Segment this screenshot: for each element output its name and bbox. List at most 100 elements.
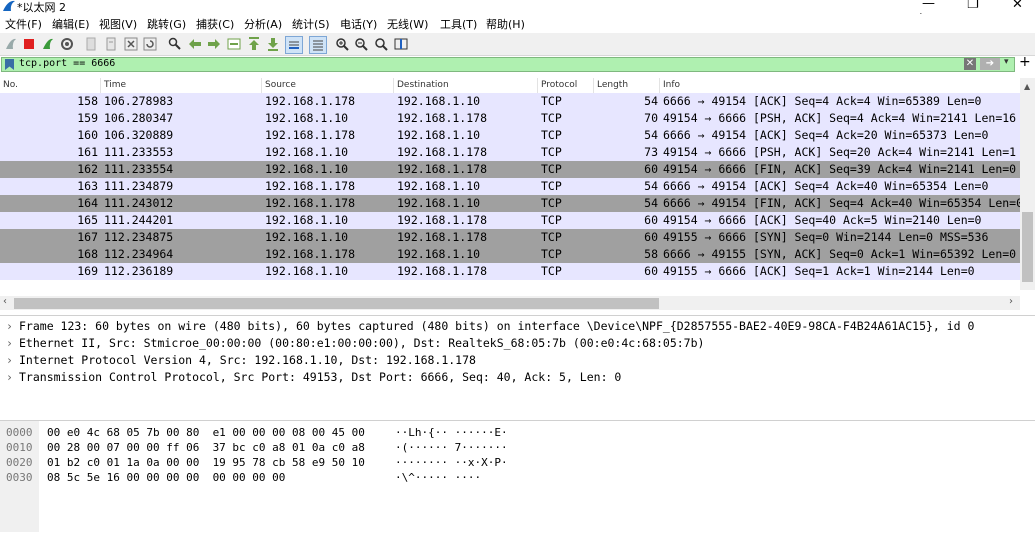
start-capture-icon[interactable]: [3, 36, 19, 52]
go-back-icon[interactable]: [187, 36, 203, 52]
packet-row[interactable]: 168 112.234964 192.168.1.178 192.168.1.10 TC…: [0, 246, 1020, 263]
column-header-no[interactable]: No.: [0, 78, 101, 93]
auto-scroll-icon[interactable]: [285, 36, 303, 54]
scroll-left-icon[interactable]: ‹: [3, 296, 7, 307]
menu-tools[interactable]: 工具(T): [440, 16, 477, 32]
stop-capture-icon[interactable]: [21, 36, 37, 52]
menu-wireless[interactable]: 无线(W): [387, 16, 428, 32]
column-header-destination[interactable]: Destination: [394, 78, 538, 93]
packet-row[interactable]: 160 106.320889 192.168.1.178 192.168.1.10 TC…: [0, 127, 1020, 144]
packet-cell-src: 192.168.1.178: [265, 179, 356, 193]
packet-row[interactable]: 169 112.236189 192.168.1.10 192.168.1.178 TC…: [0, 263, 1020, 280]
column-header-protocol[interactable]: Protocol: [538, 78, 594, 93]
column-header-length[interactable]: Length: [594, 78, 660, 93]
find-packet-icon[interactable]: [167, 36, 183, 52]
bytes-offset[interactable]: 0010: [6, 440, 33, 455]
vertical-scroll-thumb[interactable]: [1022, 212, 1033, 282]
expand-arrow-icon[interactable]: ›: [6, 369, 19, 386]
display-filter-input[interactable]: tcp.port == 6666 ✕ ➔ ▾: [1, 57, 1015, 72]
menu-edit[interactable]: 编辑(E): [52, 16, 90, 32]
close-file-icon[interactable]: [123, 36, 139, 52]
menu-capture[interactable]: 捕获(C): [196, 16, 234, 32]
packet-cell-no: 159: [77, 111, 98, 125]
packet-cell-src: 192.168.1.178: [265, 94, 356, 108]
bytes-ascii[interactable]: ·(······ 7·······: [395, 440, 508, 455]
packet-row[interactable]: 161 111.233553 192.168.1.10 192.168.1.178 TC…: [0, 144, 1020, 161]
packet-cell-len: 73: [644, 145, 658, 159]
detail-ethernet[interactable]: › Ethernet II, Src: Stmicroe_00:00:00 (00…: [6, 335, 704, 352]
packet-cell-proto: TCP: [541, 196, 562, 210]
add-filter-button-icon[interactable]: +: [1019, 54, 1031, 70]
normal-size-icon[interactable]: [373, 36, 389, 52]
bytes-ascii[interactable]: ········ ··x·X·P·: [395, 455, 508, 470]
bytes-ascii[interactable]: ··Lh·{·· ······E·: [395, 425, 508, 440]
bytes-hex[interactable]: 00 e0 4c 68 05 7b 00 80 e1 00 00 00 08 0…: [47, 425, 365, 440]
horizontal-scroll-thumb[interactable]: [14, 298, 659, 309]
bytes-hex[interactable]: 01 b2 c0 01 1a 0a 00 00 19 95 78 cb 58 e…: [47, 455, 365, 470]
title-bar: *以太网 2 — ❐ ✕: [0, 0, 1035, 14]
packet-cell-time: 111.243012: [104, 196, 174, 210]
packet-cell-info: 49154 → 6666 [PSH, ACK] Seq=20 Ack=4 Win…: [663, 145, 1017, 159]
column-header-source[interactable]: Source: [262, 78, 394, 93]
clear-filter-icon[interactable]: ✕: [964, 58, 976, 70]
packet-cell-info: 6666 → 49154 [ACK] Seq=4 Ack=4 Win=65389…: [663, 94, 982, 108]
detail-tcp[interactable]: › Transmission Control Protocol, Src Port…: [6, 369, 621, 386]
packet-row[interactable]: 159 106.280347 192.168.1.10 192.168.1.178 TC…: [0, 110, 1020, 127]
packet-row[interactable]: 163 111.234879 192.168.1.178 192.168.1.10 TC…: [0, 178, 1020, 195]
packet-row[interactable]: 165 111.244201 192.168.1.10 192.168.1.178 TC…: [0, 212, 1020, 229]
menu-telephony[interactable]: 电话(Y): [340, 16, 377, 32]
go-to-last-packet-icon[interactable]: [265, 36, 281, 52]
open-file-icon[interactable]: [83, 36, 99, 52]
zoom-in-icon[interactable]: [334, 36, 350, 52]
expand-arrow-icon[interactable]: ›: [6, 352, 19, 369]
bytes-ascii[interactable]: ·\^····· ····: [395, 470, 481, 485]
bytes-offset[interactable]: 0000: [6, 425, 33, 440]
packet-cell-info: 49154 → 6666 [PSH, ACK] Seq=4 Ack=4 Win=…: [663, 111, 1017, 125]
go-to-first-packet-icon[interactable]: [246, 36, 262, 52]
menu-view[interactable]: 视图(V): [99, 16, 137, 32]
packet-row[interactable]: 167 112.234875 192.168.1.10 192.168.1.178 TC…: [0, 229, 1020, 246]
bookmark-icon[interactable]: [4, 59, 15, 71]
menu-analyze[interactable]: 分析(A): [244, 16, 282, 32]
menu-help[interactable]: 帮助(H): [486, 16, 525, 32]
bytes-offset[interactable]: 0020: [6, 455, 33, 470]
bytes-hex[interactable]: 00 28 00 07 00 00 ff 06 37 bc c0 a8 01 0…: [47, 440, 365, 455]
restart-capture-icon[interactable]: [40, 36, 56, 52]
resize-columns-icon[interactable]: [393, 36, 409, 52]
filter-history-dropdown-icon[interactable]: ▾: [1004, 57, 1009, 67]
apply-filter-icon[interactable]: ➔: [980, 58, 1000, 70]
packet-row[interactable]: 158 106.278983 192.168.1.178 192.168.1.10 TC…: [0, 93, 1020, 110]
packet-cell-proto: TCP: [541, 94, 562, 108]
detail-ip[interactable]: › Internet Protocol Version 4, Src: 192.1…: [6, 352, 476, 369]
scroll-right-icon[interactable]: ›: [1009, 296, 1013, 307]
maximize-button[interactable]: ❐: [967, 0, 979, 12]
packet-cell-src: 192.168.1.178: [265, 196, 356, 210]
capture-options-icon[interactable]: [59, 36, 75, 52]
go-to-packet-icon[interactable]: [226, 36, 242, 52]
packet-cell-time: 111.233554: [104, 162, 174, 176]
scroll-up-icon[interactable]: ▲: [1024, 82, 1030, 91]
detail-frame[interactable]: › Frame 123: 60 bytes on wire (480 bits),…: [6, 318, 974, 335]
menu-statistics[interactable]: 统计(S): [292, 16, 330, 32]
column-header-time[interactable]: Time: [101, 78, 262, 93]
expand-arrow-icon[interactable]: ›: [6, 335, 19, 352]
bytes-offset[interactable]: 0030: [6, 470, 33, 485]
menu-file[interactable]: 文件(F): [5, 16, 42, 32]
zoom-out-icon[interactable]: [353, 36, 369, 52]
packet-cell-len: 60: [644, 213, 658, 227]
packet-cell-no: 169: [77, 264, 98, 278]
bytes-hex[interactable]: 08 5c 5e 16 00 00 00 00 00 00 00 00: [47, 470, 285, 485]
colorize-icon[interactable]: [309, 36, 327, 54]
packet-cell-src: 192.168.1.10: [265, 111, 349, 125]
packet-row[interactable]: 164 111.243012 192.168.1.178 192.168.1.10 TC…: [0, 195, 1020, 212]
column-header-info[interactable]: Info: [660, 78, 1020, 93]
packet-row[interactable]: 162 111.233554 192.168.1.10 192.168.1.178 TC…: [0, 161, 1020, 178]
save-file-icon[interactable]: [103, 36, 119, 52]
packet-cell-time: 106.278983: [104, 94, 174, 108]
reload-icon[interactable]: [142, 36, 158, 52]
go-forward-icon[interactable]: [206, 36, 222, 52]
expand-arrow-icon[interactable]: ›: [6, 318, 19, 335]
menu-go[interactable]: 跳转(G): [147, 16, 186, 32]
close-button[interactable]: ✕: [1012, 0, 1023, 12]
minimize-button[interactable]: —: [922, 0, 935, 11]
